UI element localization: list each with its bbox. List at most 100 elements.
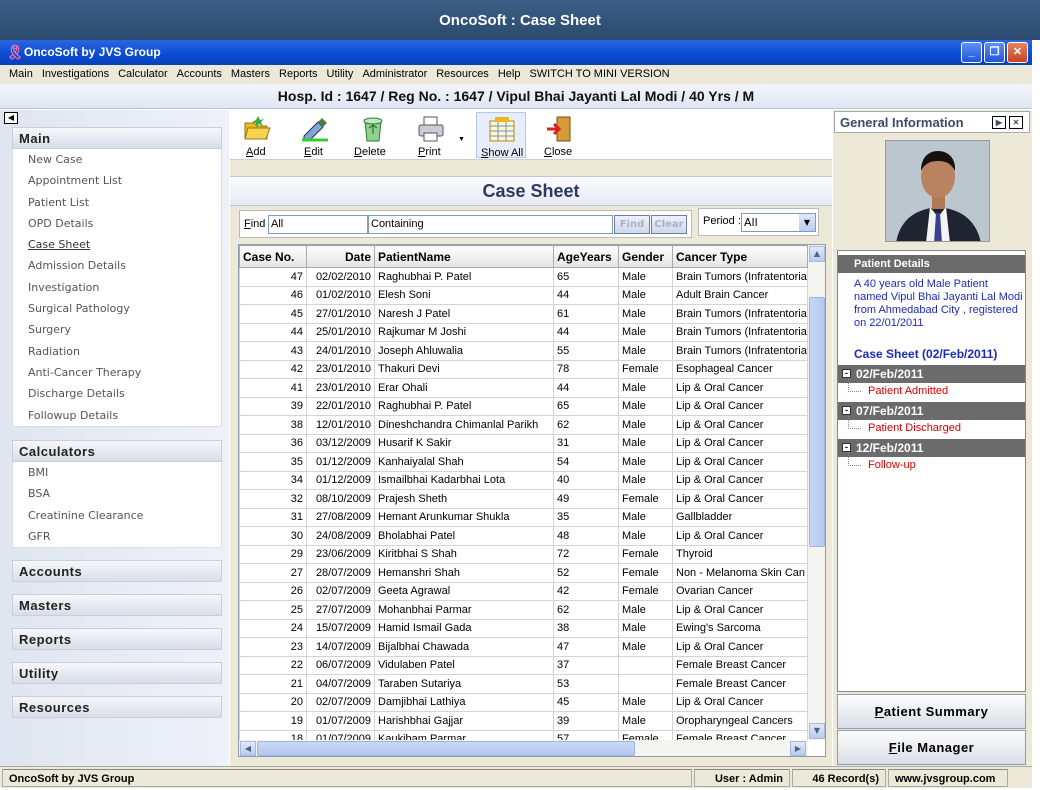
vertical-scroll-thumb[interactable] [809,297,825,547]
table-row[interactable]: 22 06/07/2009 Vidulaben Patel 37 Female Brea… [239,655,808,675]
column-header-age-years[interactable]: AgeYears [553,245,619,268]
delete-button[interactable]: Delete [348,112,396,158]
table-row[interactable]: 21 04/07/2009 Taraben Sutariya 53 Female Bre… [239,674,808,694]
table-row[interactable]: 25 27/07/2009 Mohanbhai Parmar 62 Male Lip & … [239,600,808,620]
event-date-header[interactable]: -12/Feb/2011 [838,439,1025,457]
scroll-down-icon[interactable]: ▼ [809,723,825,739]
menu-calculator[interactable]: Calculator [118,68,168,80]
close-window-button[interactable]: ✕ [1007,42,1028,63]
menu-help[interactable]: Help [498,68,521,80]
sidebar-item-appointment-list[interactable]: Appointment List [13,170,221,191]
event-item[interactable]: Follow-up [848,453,916,471]
file-manager-button[interactable]: File Manager [837,730,1026,765]
table-row[interactable]: 24 15/07/2009 Hamid Ismail Gada 38 Male Ewing… [239,618,808,638]
table-row[interactable]: 43 24/01/2010 Joseph Ahluwalia 55 Male Brain … [239,341,808,361]
table-row[interactable]: 29 23/06/2009 Kiritbhai S Shah 72 Female Thyr… [239,544,808,564]
edit-button[interactable]: Edit [290,112,338,158]
event-item[interactable]: Patient Discharged [848,416,961,434]
sidebar-header-calculators[interactable]: Calculators [12,440,222,462]
sidebar-item-investigation[interactable]: Investigation [13,277,221,298]
sidebar-header-resources[interactable]: Resources [12,696,222,718]
collapse-sidebar-icon[interactable]: ◀ [4,112,18,124]
table-row[interactable]: 32 08/10/2009 Prajesh Sheth 49 Female Lip & O… [239,489,808,509]
sidebar-item-surgery[interactable]: Surgery [13,319,221,340]
table-row[interactable]: 42 23/01/2010 Thakuri Devi 78 Female Esophage… [239,359,808,379]
column-header-patient-name[interactable]: PatientName [374,245,554,268]
table-row[interactable]: 44 25/01/2010 Rajkumar M Joshi 44 Male Brain … [239,322,808,342]
event-item[interactable]: Patient Admitted [847,379,948,397]
event-date-header[interactable]: -07/Feb/2011 [838,402,1025,420]
table-row[interactable]: 47 02/02/2010 Raghubhai P. Patel 65 Male Brai… [239,267,808,287]
menu-reports[interactable]: Reports [279,68,318,80]
collapse-node-icon[interactable]: - [842,369,851,378]
horizontal-scroll-thumb[interactable] [257,741,635,756]
find-mode-input[interactable]: Containing [368,215,613,234]
close-button[interactable]: Close [534,112,582,158]
table-row[interactable]: 19 01/07/2009 Harishbhai Gajjar 39 Male Oroph… [239,711,808,731]
column-header-cancer-type[interactable]: Cancer Type [672,245,808,268]
menu-resources[interactable]: Resources [436,68,489,80]
add-button[interactable]: Add [232,112,280,158]
scroll-up-icon[interactable]: ▲ [809,246,825,262]
table-row[interactable]: 46 01/02/2010 Elesh Soni 44 Male Adult Brain … [239,285,808,305]
print-button[interactable]: Print ▼ [406,112,465,158]
restore-button[interactable]: ❐ [984,42,1005,63]
sidebar-header-utility[interactable]: Utility [12,662,222,684]
show-all-button[interactable]: Show All [476,112,526,159]
sidebar-item-patient-list[interactable]: Patient List [13,192,221,213]
sidebar-item-followup-details[interactable]: Followup Details [13,405,221,426]
clear-button[interactable]: Clear [651,215,687,234]
menu-main[interactable]: Main [9,68,33,80]
menu-investigations[interactable]: Investigations [42,68,109,80]
find-field-select[interactable]: All [268,215,368,234]
table-row[interactable]: 39 22/01/2010 Raghubhai P. Patel 65 Male Lip … [239,396,808,416]
horizontal-scrollbar[interactable]: ◀ ▶ [239,740,808,756]
sidebar-item-bsa[interactable]: BSA [13,483,221,504]
sidebar-header-reports[interactable]: Reports [12,628,222,650]
sidebar-item-opd-details[interactable]: OPD Details [13,213,221,234]
table-row[interactable]: 30 24/08/2009 Bholabhai Patel 48 Male Lip & O… [239,526,808,546]
table-row[interactable]: 35 01/12/2009 Kanhaiyalal Shah 54 Male Lip & … [239,452,808,472]
table-row[interactable]: 27 28/07/2009 Hemanshri Shah 52 Female Non - … [239,563,808,583]
column-header-gender[interactable]: Gender [618,245,673,268]
sidebar-item-creatinine-clearance[interactable]: Creatinine Clearance [13,505,221,526]
sidebar-item-bmi[interactable]: BMI [13,462,221,483]
sidebar-item-gfr[interactable]: GFR [13,526,221,547]
sidebar-item-new-case[interactable]: New Case [13,149,221,170]
table-row[interactable]: 41 23/01/2010 Erar Ohali 44 Male Lip & Oral C… [239,378,808,398]
sidebar-item-anti-cancer-therapy[interactable]: Anti-Cancer Therapy [13,362,221,383]
vertical-scrollbar[interactable]: ▲ ▼ [808,245,825,740]
table-row[interactable]: 38 12/01/2010 Dineshchandra Chimanlal Pari… [239,415,808,435]
table-row[interactable]: 36 03/12/2009 Husarif K Sakir 31 Male Lip & O… [239,433,808,453]
patient-summary-button[interactable]: Patient Summary [837,694,1026,729]
menu-administrator[interactable]: Administrator [362,68,427,80]
period-select[interactable]: All ▼ [741,213,816,232]
column-header-case-no[interactable]: Case No. [239,245,307,268]
sidebar-item-discharge-details[interactable]: Discharge Details [13,383,221,404]
table-row[interactable]: 45 27/01/2010 Naresh J Patel 61 Male Brain Tu… [239,304,808,324]
sidebar-header-masters[interactable]: Masters [12,594,222,616]
minimize-button[interactable]: _ [961,42,982,63]
collapse-node-icon[interactable]: - [842,406,851,415]
scroll-left-icon[interactable]: ◀ [240,741,256,756]
sidebar-item-admission-details[interactable]: Admission Details [13,255,221,276]
column-header-date[interactable]: Date [306,245,375,268]
event-date-header[interactable]: -02/Feb/2011 [838,365,1025,383]
sidebar-item-surgical-pathology[interactable]: Surgical Pathology [13,298,221,319]
print-dropdown-icon[interactable]: ▼ [458,136,465,143]
table-row[interactable]: 20 02/07/2009 Damjibhai Lathiya 45 Male Lip &… [239,692,808,712]
menu-utility[interactable]: Utility [327,68,354,80]
sidebar-header-accounts[interactable]: Accounts [12,560,222,582]
sidebar-header-main[interactable]: Main [12,127,222,149]
menu-masters[interactable]: Masters [231,68,270,80]
table-row[interactable]: 31 27/08/2009 Hemant Arunkumar Shukla 35 Mal… [239,507,808,527]
scroll-right-icon[interactable]: ▶ [790,741,806,756]
sidebar-item-case-sheet[interactable]: Case Sheet [13,234,221,255]
menu-switch-mini[interactable]: SWITCH TO MINI VERSION [529,68,669,80]
menu-accounts[interactable]: Accounts [177,68,222,80]
sidebar-item-radiation[interactable]: Radiation [13,341,221,362]
find-button[interactable]: Find [614,215,650,234]
collapse-node-icon[interactable]: - [842,443,851,452]
table-row[interactable]: 26 02/07/2009 Geeta Agrawal 42 Female Ovarian… [239,581,808,601]
expand-panel-icon[interactable]: ▶ [992,116,1006,129]
